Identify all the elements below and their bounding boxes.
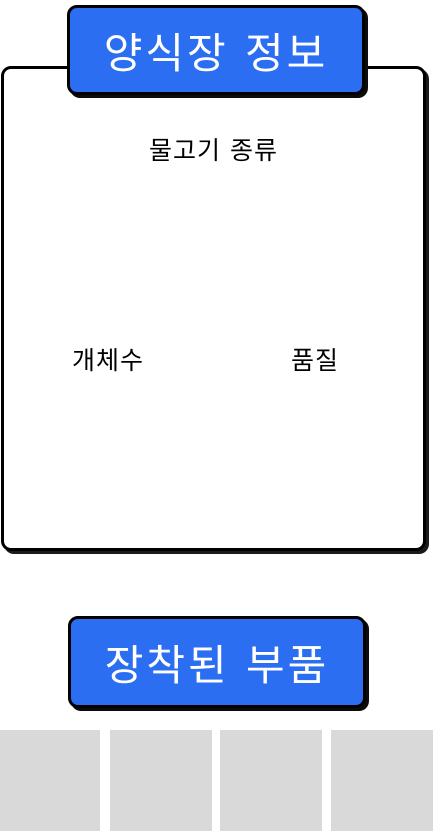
- farm-info-title: 양식장 정보: [67, 5, 365, 95]
- part-slot-2[interactable]: [110, 730, 212, 831]
- equipped-parts-title: 장착된 부품: [68, 616, 366, 708]
- farm-info-panel: 물고기 종류 개체수 품질: [1, 66, 426, 551]
- quality-label: 품질: [291, 346, 340, 375]
- part-slot-4[interactable]: [331, 730, 433, 831]
- part-slot-3[interactable]: [220, 730, 322, 831]
- part-slot-1[interactable]: [0, 730, 100, 831]
- fish-type-label: 물고기 종류: [149, 136, 278, 165]
- population-count-label: 개체수: [72, 346, 145, 375]
- equipped-parts-slots: [0, 730, 433, 831]
